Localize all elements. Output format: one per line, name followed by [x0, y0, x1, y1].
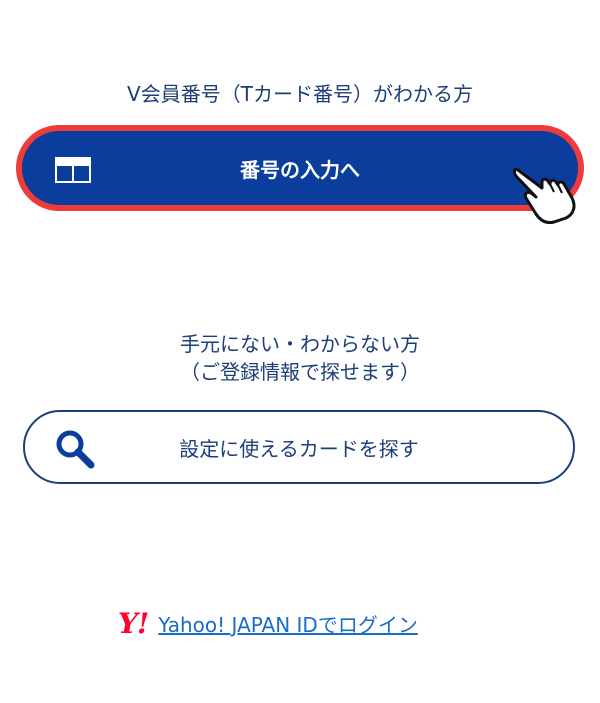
yahoo-login-link[interactable]: Yahoo! JAPAN IDでログイン — [158, 609, 418, 638]
unknown-number-heading-line1: 手元にない・わからない方 — [180, 332, 420, 356]
pointing-hand-icon — [513, 167, 576, 224]
enter-number-button-label: 番号の入力へ — [240, 157, 360, 182]
known-number-heading: V会員番号（Tカード番号）がわかる方 — [127, 82, 473, 106]
unknown-number-heading-line2: （ご登録情報で探せます） — [180, 360, 420, 384]
search-icon — [56, 430, 95, 469]
find-card-button-label: 設定に使えるカードを探す — [179, 436, 419, 461]
yahoo-logo: Y! — [118, 606, 149, 640]
unknown-number-heading: 手元にない・わからない方 （ご登録情報で探せます） — [0, 330, 600, 386]
yahoo-login-row: Y! Yahoo! JAPAN IDでログイン — [118, 606, 418, 640]
enter-number-button[interactable]: 番号の入力へ — [22, 131, 578, 205]
card-icon — [55, 157, 91, 183]
find-card-button[interactable]: 設定に使えるカードを探す — [23, 410, 575, 484]
